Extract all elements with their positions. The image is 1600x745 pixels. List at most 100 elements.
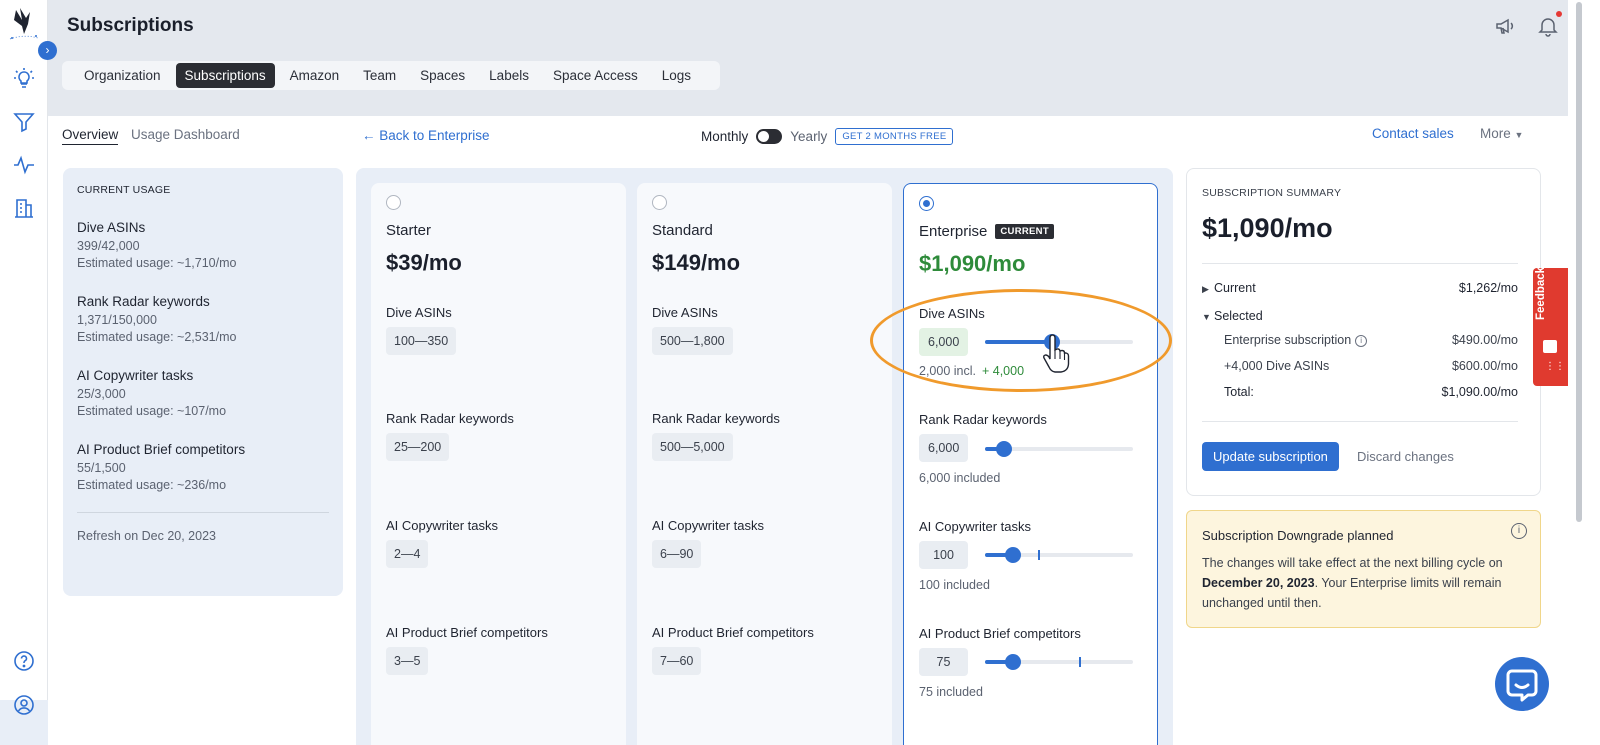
chat-support-button[interactable]	[1495, 657, 1549, 711]
plan-card-starter[interactable]: Starter $39/mo Dive ASINs 100—350 Rank R…	[371, 183, 626, 745]
chat-bubble-icon	[1506, 669, 1538, 702]
divider	[1202, 263, 1518, 264]
logo-icon[interactable]	[8, 6, 40, 42]
help-icon[interactable]	[12, 649, 36, 673]
plan-radio[interactable]	[652, 195, 667, 210]
feature-label: AI Copywriter tasks	[919, 519, 1031, 534]
plan-price: $149/mo	[652, 250, 741, 275]
tab-amazon[interactable]: Amazon	[281, 63, 349, 88]
scrollbar[interactable]	[1568, 0, 1600, 745]
summary-total: $1,090/mo	[1202, 213, 1333, 243]
contact-sales-link[interactable]: Contact sales	[1372, 126, 1454, 141]
notice-text: The changes will take effect at the next…	[1202, 556, 1503, 570]
slider-handle[interactable]	[1005, 654, 1022, 670]
plan-price: $1,090/mo	[919, 251, 1026, 276]
plan-radio[interactable]	[386, 195, 401, 210]
current-usage-card: CURRENT USAGE Dive ASINs 399/42,000 Esti…	[63, 168, 343, 596]
product-brief-value[interactable]: 75	[919, 648, 968, 676]
feedback-label: Feedback	[1535, 266, 1547, 320]
copywriter-slider[interactable]	[985, 547, 1133, 563]
usage-name: AI Product Brief competitors	[77, 442, 246, 457]
current-badge: CURRENT	[995, 224, 1054, 239]
billing-toggle-switch[interactable]	[756, 129, 783, 144]
caret-right-icon: ▶	[1202, 284, 1209, 294]
scrollbar-thumb[interactable]	[1576, 2, 1582, 522]
tab-subscriptions[interactable]: Subscriptions	[175, 63, 275, 88]
megaphone-icon[interactable]	[1494, 14, 1518, 38]
summary-line: Enterprise subscription i $490.00/mo	[1224, 333, 1518, 347]
product-brief-slider[interactable]	[985, 654, 1133, 670]
slider-handle[interactable]	[996, 441, 1013, 457]
usage-value: 25/3,000	[77, 387, 126, 401]
plan-price: $39/mo	[386, 250, 462, 275]
usage-estimate: Estimated usage: ~107/mo	[77, 404, 227, 418]
notification-bell-icon[interactable]	[1536, 11, 1562, 38]
tab-team[interactable]: Team	[354, 63, 405, 88]
selected-label: Selected	[1214, 309, 1263, 323]
filter-icon[interactable]	[12, 110, 36, 134]
line-label: +4,000 Dive ASINs	[1224, 359, 1330, 373]
summary-current-row[interactable]: ▶ Current $1,262/mo	[1202, 281, 1518, 295]
tab-logs[interactable]: Logs	[653, 63, 700, 88]
divider	[1202, 421, 1518, 422]
plan-card-standard[interactable]: Standard $149/mo Dive ASINs 500—1,800 Ra…	[637, 183, 892, 745]
feature-range: 6—90	[652, 540, 702, 568]
line-value: $1,090.00/mo	[1441, 385, 1518, 399]
summary-selected-row[interactable]: ▼ Selected	[1202, 309, 1518, 323]
plan-radio-selected[interactable]	[919, 196, 934, 211]
feature-label: AI Product Brief competitors	[919, 626, 1081, 641]
tab-spaces[interactable]: Spaces	[411, 63, 474, 88]
plan-name: Enterprise	[919, 223, 988, 240]
promo-badge: GET 2 MONTHS FREE	[835, 128, 954, 145]
more-dropdown[interactable]: More ▼	[1480, 126, 1523, 141]
feature-label: Rank Radar keywords	[652, 411, 780, 426]
summary-line: Total: $1,090.00/mo	[1224, 385, 1518, 399]
expand-sidebar-icon[interactable]: ›	[38, 41, 57, 60]
billing-period-toggle: Monthly Yearly GET 2 MONTHS FREE	[701, 128, 954, 145]
current-value: $1,262/mo	[1458, 281, 1518, 295]
line-value: $490.00/mo	[1451, 333, 1518, 347]
usage-value: 55/1,500	[77, 461, 126, 475]
page-header: Subscriptions Organization Subscriptions…	[48, 0, 1600, 116]
update-subscription-button[interactable]: Update subscription	[1202, 442, 1339, 471]
usage-estimate: Estimated usage: ~236/mo	[77, 478, 227, 492]
user-account-icon[interactable]	[12, 693, 36, 717]
tab-space-access[interactable]: Space Access	[544, 63, 647, 88]
sub-navigation: Overview Usage Dashboard ← Back to Enter…	[48, 116, 1600, 168]
tab-organization[interactable]: Organization	[75, 63, 170, 88]
plan-name: Standard	[652, 222, 713, 239]
current-usage-heading: CURRENT USAGE	[77, 184, 171, 196]
rank-radar-value[interactable]: 6,000	[919, 434, 968, 462]
plan-name: Starter	[386, 222, 432, 239]
left-rail: ›	[0, 0, 57, 745]
dive-asins-value[interactable]: 6,000	[919, 328, 968, 356]
feature-label: AI Product Brief competitors	[386, 625, 548, 640]
summary-line: +4,000 Dive ASINs $600.00/mo	[1224, 359, 1518, 373]
downgrade-notice: i Subscription Downgrade planned The cha…	[1186, 510, 1541, 628]
tab-overview[interactable]: Overview	[62, 127, 119, 145]
tab-usage-dashboard[interactable]: Usage Dashboard	[131, 127, 240, 142]
back-to-enterprise-link[interactable]: ← Back to Enterprise	[362, 128, 490, 143]
drag-handle-icon[interactable]: ⋮⋮	[1545, 362, 1565, 372]
subscription-summary-card: SUBSCRIPTION SUMMARY $1,090/mo ▶ Current …	[1186, 168, 1541, 496]
refresh-date: Refresh on Dec 20, 2023	[77, 529, 216, 543]
info-icon[interactable]: i	[1355, 334, 1368, 347]
line-label: Total:	[1224, 385, 1254, 399]
extra-amount: + 4,000	[981, 364, 1025, 378]
activity-icon[interactable]	[12, 153, 36, 177]
building-icon[interactable]	[12, 196, 36, 220]
monthly-label: Monthly	[701, 129, 749, 144]
copywriter-value[interactable]: 100	[919, 541, 968, 569]
usage-name: Dive ASINs	[77, 220, 146, 235]
tab-labels[interactable]: Labels	[480, 63, 538, 88]
line-value: $600.00/mo	[1451, 359, 1518, 373]
usage-marker	[1079, 657, 1081, 667]
lightbulb-icon[interactable]	[12, 67, 36, 91]
slider-handle[interactable]	[1005, 547, 1022, 563]
feedback-tab[interactable]: Feedback ⋮⋮	[1533, 267, 1568, 386]
info-icon[interactable]: i	[1511, 523, 1527, 539]
usage-marker	[1038, 550, 1040, 560]
rank-radar-slider[interactable]	[985, 441, 1133, 457]
discard-changes-button[interactable]: Discard changes	[1357, 449, 1454, 464]
plan-card-enterprise[interactable]: Enterprise CURRENT $1,090/mo Dive ASINs 6…	[903, 183, 1158, 745]
